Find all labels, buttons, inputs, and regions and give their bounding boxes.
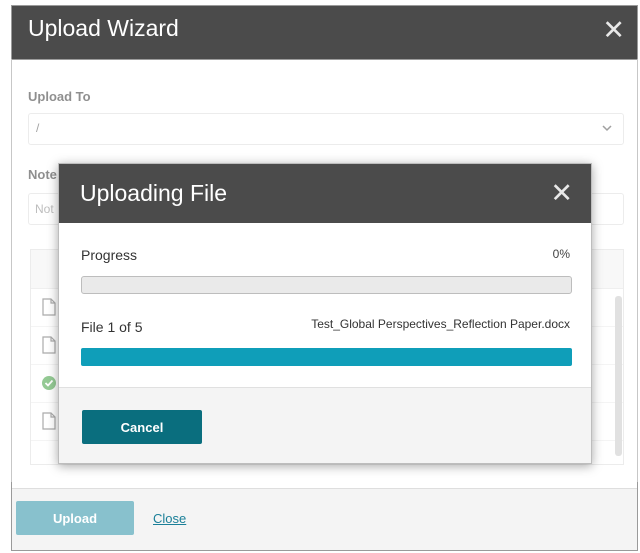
- modal-header: Uploading File ✕: [59, 164, 591, 223]
- uploading-file-dialog: Uploading File ✕ Progress 0% File 1 of 5…: [58, 163, 592, 464]
- modal-title: Uploading File: [80, 180, 228, 206]
- wizard-header: Upload Wizard ✕: [12, 6, 637, 60]
- upload-button[interactable]: Upload: [16, 501, 134, 535]
- wizard-close-icon[interactable]: ✕: [602, 15, 625, 45]
- file-progress-bar: [81, 348, 572, 366]
- close-link[interactable]: Close: [153, 511, 186, 526]
- progress-percent: 0%: [552, 247, 570, 261]
- wizard-title: Upload Wizard: [28, 15, 179, 41]
- progress-label: Progress: [81, 247, 138, 263]
- file-progress-fill: [81, 348, 572, 366]
- file-count: File 1 of 5: [81, 319, 143, 335]
- overall-progress-bar: [81, 276, 572, 294]
- cancel-button[interactable]: Cancel: [82, 410, 202, 444]
- modal-close-icon[interactable]: ✕: [550, 178, 573, 208]
- file-name: Test_Global Perspectives_Reflection Pape…: [311, 317, 570, 331]
